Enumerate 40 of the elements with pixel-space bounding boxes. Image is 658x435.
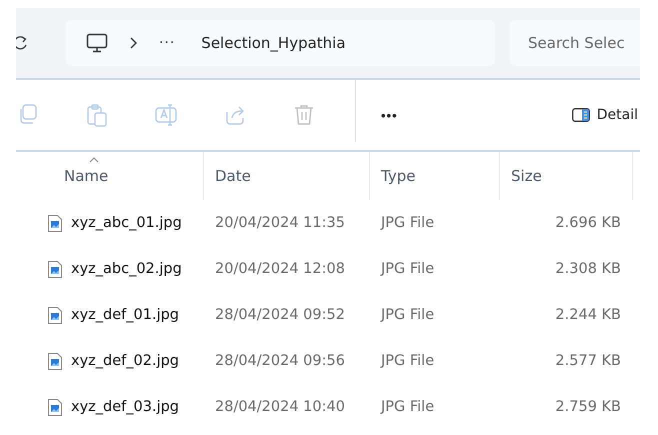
date-cell-text: 20/04/2024 11:35 (214, 215, 346, 231)
column-header[interactable]: Name (16, 152, 204, 200)
size-cell-text: 2.244 KB (554, 307, 622, 323)
file-name[interactable]: xyz_def_01.jpg (71, 307, 179, 323)
chevron-icon (130, 37, 137, 49)
type-cell-text: JPG File (379, 261, 436, 277)
type-cell-text: JPG File (379, 353, 436, 369)
file-name[interactable]: xyz_abc_02.jpg (71, 261, 182, 277)
file-name[interactable]: xyz_abc_01.jpg (71, 215, 182, 231)
type-cell-text: JPG File (379, 215, 436, 231)
file-name[interactable]: xyz_def_02.jpg (71, 353, 179, 369)
sort-ascending-icon (89, 157, 99, 163)
column-header[interactable]: Type (370, 152, 500, 200)
type-cell-text: JPG File (379, 399, 436, 415)
details-pane-icon (572, 108, 590, 122)
column-header[interactable]: Size (500, 152, 633, 200)
file-name[interactable]: xyz_def_03.jpg (71, 399, 179, 415)
refresh-icon[interactable] (16, 35, 28, 51)
image-file-icon (48, 214, 62, 232)
size-cell-text: 2.696 KB (554, 215, 622, 231)
type-cell-text: JPG File (379, 307, 436, 323)
column-header[interactable]: Date (204, 152, 370, 200)
computer-icon[interactable] (86, 33, 108, 53)
details-button[interactable]: Detail (572, 107, 638, 123)
date-cell-text: 20/04/2024 12:08 (214, 261, 346, 277)
more-button[interactable]: ••• (381, 108, 398, 122)
date-cell-text: 28/04/2024 09:56 (214, 353, 346, 369)
date-cell-text: 28/04/2024 09:52 (214, 307, 346, 323)
image-file-icon (48, 398, 62, 416)
size-cell-text: 2.308 KB (554, 261, 622, 277)
size-cell-text: 2.759 KB (554, 399, 622, 415)
date-cell-text: 28/04/2024 10:40 (214, 399, 346, 415)
search-field[interactable]: Search Selec (510, 20, 640, 66)
size-cell-text: 2.577 KB (554, 353, 622, 369)
image-file-icon (48, 352, 62, 370)
breadcrumb-overflow[interactable]: ··· (158, 35, 176, 51)
address-bar[interactable]: ··· Selection_Hypathia (66, 20, 495, 66)
image-file-icon (48, 260, 62, 278)
breadcrumb-folder[interactable]: Selection_Hypathia (201, 34, 346, 52)
image-file-icon (48, 306, 62, 324)
